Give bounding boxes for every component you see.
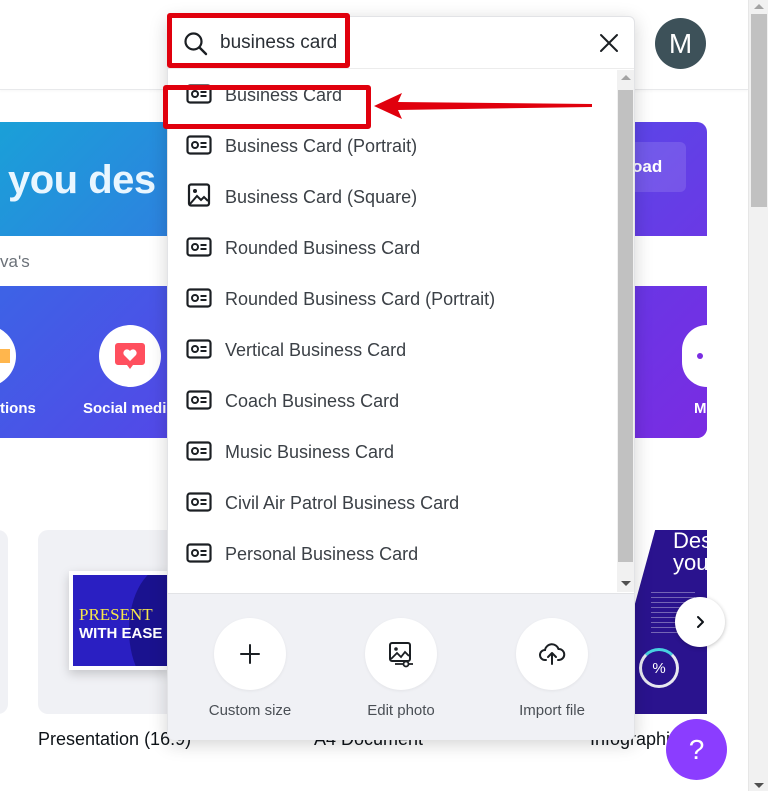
search-result-label: Rounded Business Card — [225, 238, 421, 258]
annotation-arrow-icon — [374, 93, 592, 119]
search-result-item[interactable]: Coach Business Card — [168, 376, 618, 427]
page-scrollbar[interactable] — [748, 0, 768, 791]
image-icon — [186, 183, 212, 207]
scroll-up-arrow-icon[interactable] — [621, 75, 631, 80]
quick-actions: Custom size Edit photo Import file — [168, 593, 634, 740]
scroll-up-arrow-icon[interactable] — [754, 4, 764, 9]
business-card-icon — [186, 288, 212, 308]
more-icon — [696, 353, 703, 359]
page-scrollbar-thumb[interactable] — [751, 14, 767, 207]
thumbnail-text: Des your — [673, 530, 707, 575]
dropdown-scrollbar[interactable] — [617, 70, 634, 592]
search-result-item[interactable]: Music Business Card — [168, 427, 618, 478]
custom-size-button[interactable]: Custom size — [190, 594, 310, 741]
category-label: Social medi — [83, 400, 167, 417]
carousel-next-button[interactable] — [675, 597, 725, 647]
social-media-heart-icon — [115, 343, 145, 369]
import-file-button[interactable]: Import file — [492, 594, 612, 741]
search-result-label: Personal Business Card — [225, 544, 419, 564]
cloud-upload-icon — [539, 643, 566, 665]
search-results-list: Business Card Business Card (Portrait) Bus… — [168, 70, 618, 592]
search-result-label: Music Business Card — [225, 442, 395, 462]
plus-icon — [240, 644, 260, 664]
business-card-icon — [186, 135, 212, 155]
business-card-icon — [186, 339, 212, 359]
user-avatar[interactable]: M — [655, 18, 706, 69]
import-file-label: Import file — [519, 702, 585, 719]
search-result-item[interactable]: Personal Business Card — [168, 529, 618, 580]
scroll-down-arrow-icon[interactable] — [621, 581, 631, 586]
clear-search-icon[interactable] — [598, 32, 620, 54]
search-result-label: Vertical Business Card — [225, 340, 407, 360]
category-label: tions — [0, 400, 36, 417]
business-card-icon — [186, 543, 212, 563]
search-result-label: Business Card (Portrait) — [225, 136, 418, 156]
custom-size-label: Custom size — [208, 702, 292, 719]
thumbnail-text: WITH EASE — [79, 625, 163, 642]
scroll-down-arrow-icon[interactable] — [754, 783, 764, 788]
search-result-item[interactable]: Rounded Business Card (Portrait) — [168, 274, 618, 325]
search-result-item[interactable]: Business Card (Square) — [168, 172, 618, 223]
help-button[interactable]: ? — [666, 719, 727, 780]
annotation-highlight-search — [167, 13, 350, 68]
annotation-highlight-result — [163, 85, 371, 129]
edit-photo-icon — [389, 642, 413, 668]
search-result-label: Civil Air Patrol Business Card — [225, 493, 460, 513]
template-card[interactable] — [0, 530, 8, 714]
percent-badge: % — [639, 648, 679, 688]
chevron-right-icon — [697, 616, 704, 628]
upload-button-label: oad — [632, 157, 663, 176]
hero-title: you des — [8, 158, 156, 202]
search-result-label: Business Card (Square) — [225, 187, 418, 207]
category-social-media[interactable] — [99, 325, 161, 387]
business-card-icon — [186, 441, 212, 461]
thumbnail-text: PRESENT — [79, 605, 153, 624]
search-result-item[interactable]: Vertical Business Card — [168, 325, 618, 376]
category-label: M — [694, 400, 707, 417]
business-card-icon — [186, 237, 212, 257]
search-result-label: Rounded Business Card (Portrait) — [225, 289, 496, 309]
business-card-icon — [186, 492, 212, 512]
scrollbar-thumb[interactable] — [618, 90, 633, 562]
search-result-item[interactable]: Civil Air Patrol Business Card — [168, 478, 618, 529]
hero-search-placeholder: va's — [0, 252, 30, 271]
edit-photo-button[interactable]: Edit photo — [341, 594, 461, 741]
edit-photo-label: Edit photo — [367, 702, 435, 719]
search-result-label: Coach Business Card — [225, 391, 400, 411]
business-card-icon — [186, 390, 212, 410]
presentation-icon — [0, 349, 10, 363]
presentation-thumbnail: PRESENT WITH EASE — [69, 571, 169, 670]
search-result-item[interactable]: Rounded Business Card — [168, 223, 618, 274]
